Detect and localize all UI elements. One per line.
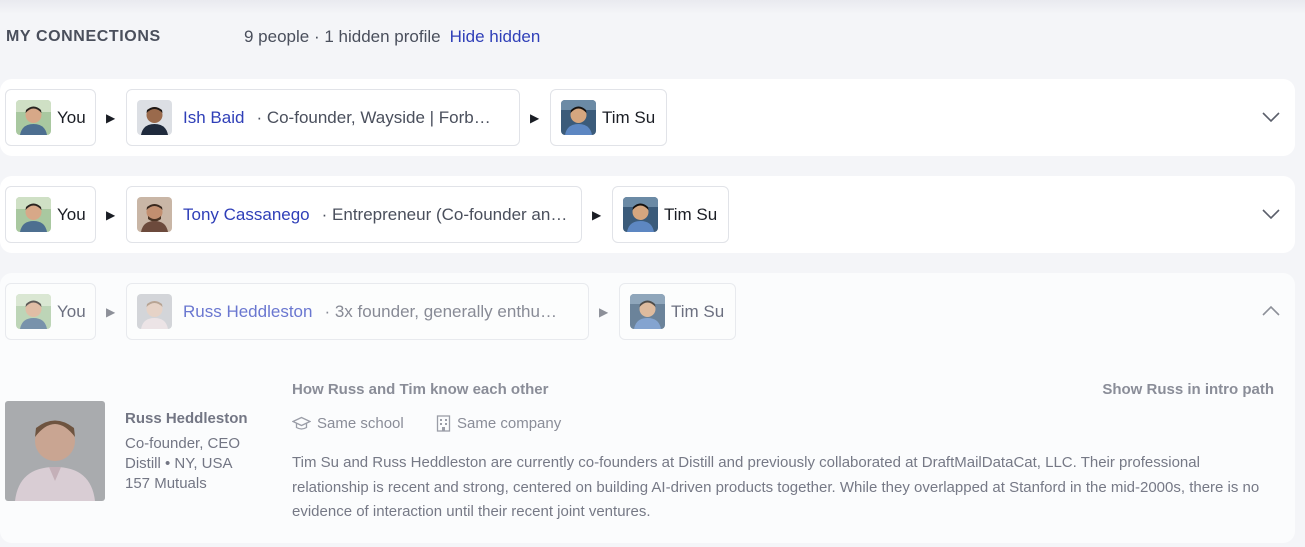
relationship-description: Tim Su and Russ Heddleston are currently…: [292, 454, 1260, 520]
avatar-you: [16, 100, 51, 135]
show-intro-path-link[interactable]: Show Russ in intro path: [1102, 381, 1274, 398]
chevron-down-icon[interactable]: [1261, 204, 1281, 224]
intermediary-chip[interactable]: Tony Cassanego · Entrepreneur (Co-founde…: [126, 186, 582, 243]
target-name: Tim Su: [671, 301, 725, 321]
person-mutuals: 157 Mutuals: [125, 475, 207, 492]
connection-path-card[interactable]: You ▶ Tony Cassanego · Entrepreneur (Co-…: [0, 176, 1295, 253]
you-chip[interactable]: You: [5, 186, 96, 243]
you-label: You: [57, 301, 86, 321]
target-name: Tim Su: [602, 107, 656, 127]
chevron-up-icon[interactable]: [1261, 301, 1281, 321]
top-shadow: [0, 0, 1305, 14]
avatar-you: [16, 294, 51, 329]
target-chip[interactable]: Tim Su: [612, 186, 729, 243]
intermediary-name-link[interactable]: Ish Baid: [183, 108, 244, 128]
target-name: Tim Su: [664, 204, 718, 224]
connections-header: MY CONNECTIONS 9 people · 1 hidden profi…: [6, 26, 1296, 48]
intermediary-chip[interactable]: Russ Heddleston · 3x founder, generally …: [126, 283, 589, 340]
building-icon: [436, 415, 451, 432]
person-name: Russ Heddleston: [125, 410, 248, 427]
connection-path-card-expanded[interactable]: You ▶ Russ Heddleston · 3x founder, gene…: [0, 273, 1295, 543]
intermediary-description: · Entrepreneur (Co-founder and CEO): [321, 204, 572, 224]
intermediary-chip[interactable]: Ish Baid · Co-founder, Wayside | Forbes …: [126, 89, 520, 146]
arrow-right-icon: ▶: [106, 208, 116, 222]
you-chip[interactable]: You: [5, 283, 96, 340]
arrow-right-icon: ▶: [106, 305, 116, 319]
avatar-intermediary: [137, 197, 172, 232]
you-label: You: [57, 204, 86, 224]
arrow-right-icon: ▶: [530, 111, 540, 125]
intermediary-name-link[interactable]: Tony Cassanego: [183, 205, 310, 225]
intermediary-description: · Co-founder, Wayside | Forbes 30 Under …: [256, 107, 496, 127]
connection-path-card[interactable]: You ▶ Ish Baid · Co-founder, Wayside | F…: [0, 79, 1295, 156]
relationship-title: How Russ and Tim know each other: [292, 381, 549, 398]
section-title: MY CONNECTIONS: [6, 28, 161, 45]
hide-hidden-link[interactable]: Hide hidden: [450, 27, 541, 47]
person-location: Distill • NY, USA: [125, 455, 233, 472]
avatar-you: [16, 197, 51, 232]
you-chip[interactable]: You: [5, 89, 96, 146]
person-photo: [5, 401, 105, 501]
connections-summary: 9 people · 1 hidden profile: [244, 27, 441, 46]
avatar-target: [561, 100, 596, 135]
avatar-intermediary: [137, 294, 172, 329]
avatar-target: [630, 294, 665, 329]
tag-label: Same company: [457, 415, 562, 432]
tag-label: Same school: [317, 415, 404, 432]
tag-same-company: Same company: [436, 415, 561, 432]
tag-same-school: Same school: [292, 415, 404, 432]
arrow-right-icon: ▶: [592, 208, 602, 222]
avatar-intermediary: [137, 100, 172, 135]
target-chip[interactable]: Tim Su: [619, 283, 736, 340]
intermediary-description: · 3x founder, generally enthusiastic: [324, 301, 565, 321]
chevron-down-icon[interactable]: [1261, 107, 1281, 127]
person-role: Co-founder, CEO: [125, 435, 241, 452]
graduation-cap-icon: [292, 416, 311, 430]
avatar-target: [623, 197, 658, 232]
arrow-right-icon: ▶: [599, 305, 609, 319]
you-label: You: [57, 107, 86, 127]
arrow-right-icon: ▶: [106, 111, 116, 125]
target-chip[interactable]: Tim Su: [550, 89, 667, 146]
intermediary-name-link[interactable]: Russ Heddleston: [183, 302, 312, 322]
